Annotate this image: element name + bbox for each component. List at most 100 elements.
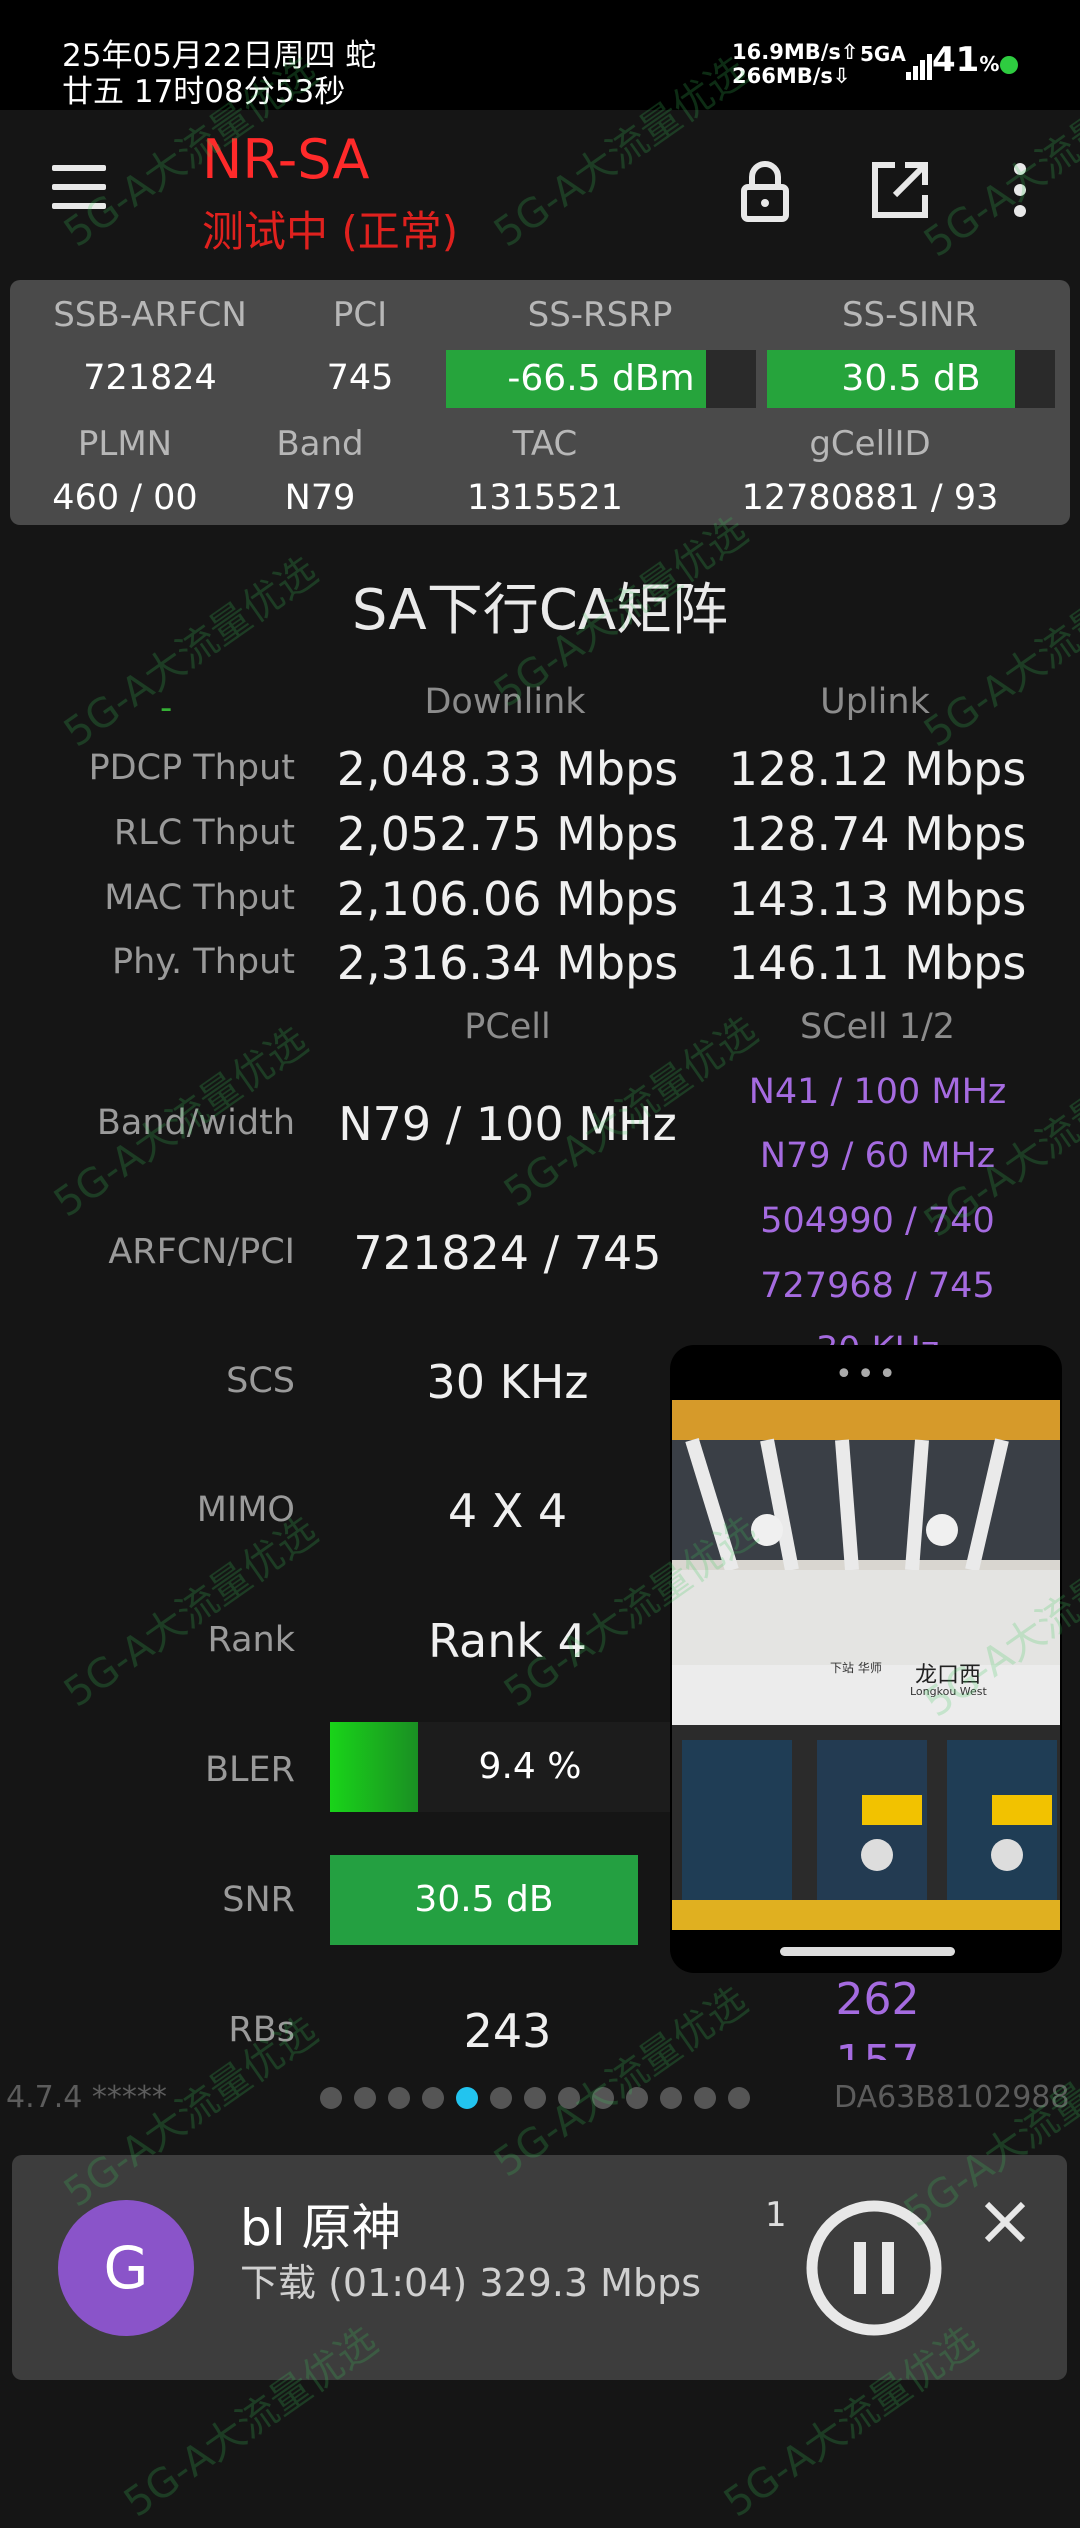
page-dot[interactable]	[626, 2087, 648, 2109]
ss-rsrp-meter: -66.5 dBm	[446, 350, 756, 408]
page-dot[interactable]	[524, 2087, 546, 2109]
device-id: DA63B8102988	[834, 2080, 1070, 2115]
page-title: NR-SA	[202, 128, 370, 191]
page-dot[interactable]	[592, 2087, 614, 2109]
pcell-arfcn-pci: 721824 / 745	[353, 1226, 662, 1280]
rlc-downlink: 2,052.75 Mbps	[336, 807, 679, 861]
tac-value: 1315521	[467, 478, 623, 518]
pcell-scs: 30 KHz	[426, 1355, 589, 1409]
drag-handle-icon[interactable]: •••	[835, 1357, 900, 1392]
network-speed: 16.9MB/s⇧ 266MB/s⇩	[732, 40, 858, 88]
arfcn-pci-label: ARFCN/PCI	[108, 1232, 295, 1272]
page-dot[interactable]	[694, 2087, 716, 2109]
pci-header: PCI	[332, 295, 388, 335]
download-title: bl 原神	[240, 2199, 402, 2257]
pcell-band-width: N79 / 100 MHz	[338, 1097, 677, 1151]
watermark-text: 5G-A大流量优选	[55, 1508, 326, 1717]
mac-uplink: 143.13 Mbps	[728, 872, 1027, 926]
rbs-label: RBs	[228, 2010, 295, 2050]
phy-uplink: 146.11 Mbps	[728, 936, 1027, 990]
test-status: 测试中 (正常)	[202, 207, 459, 256]
mac-downlink: 2,106.06 Mbps	[336, 872, 679, 926]
plmn-value: 460 / 00	[52, 478, 198, 518]
matrix-title: SA下行CA矩阵	[351, 578, 729, 643]
page-dot[interactable]	[388, 2087, 410, 2109]
page-dot[interactable]	[660, 2087, 682, 2109]
station-sign-small: 下站 华师	[830, 1661, 882, 1675]
ss-rsrp-value: -66.5 dBm	[507, 358, 695, 399]
open-external-icon[interactable]	[865, 155, 935, 225]
snr-label: SNR	[222, 1880, 295, 1920]
pdcp-label: PDCP Thput	[88, 748, 295, 788]
rank-label: Rank	[207, 1620, 295, 1660]
mac-label: MAC Thput	[104, 878, 295, 918]
floating-video-window[interactable]: ••• 龙口西 下站 华师 Longkou West	[670, 1345, 1062, 1973]
pcell-header: PCell	[464, 1007, 551, 1047]
download-count: 1	[765, 2195, 787, 2235]
close-icon[interactable]	[975, 2192, 1035, 2252]
upload-speed: 16.9MB/s⇧	[732, 40, 859, 64]
status-time: 廿五 17时08分53秒	[62, 74, 346, 110]
scs-label: SCS	[226, 1361, 295, 1401]
rlc-uplink: 128.74 Mbps	[728, 807, 1027, 861]
scell2-arfcn-pci: 727968 / 745	[760, 1266, 995, 1306]
scell2-band-width: N79 / 60 MHz	[759, 1136, 996, 1176]
band-value: N79	[284, 478, 356, 518]
page-dot[interactable]	[422, 2087, 444, 2109]
network-type: 5GA	[860, 42, 906, 66]
avatar: G	[58, 2200, 194, 2336]
pci-value: 745	[326, 358, 394, 398]
rlc-label: RLC Thput	[113, 813, 295, 853]
scell1-arfcn-pci: 504990 / 740	[760, 1201, 995, 1241]
more-options-icon[interactable]	[1000, 155, 1040, 225]
uplink-header: Uplink	[820, 682, 930, 722]
page-indicator[interactable]	[320, 2087, 762, 2113]
pcell-mimo: 4 X 4	[447, 1484, 568, 1538]
pcell-rbs: 243	[463, 2004, 552, 2058]
band-width-label: Band/width	[96, 1103, 295, 1143]
pause-icon[interactable]	[804, 2198, 944, 2338]
battery-dot-icon	[1000, 56, 1018, 74]
pdcp-uplink: 128.12 Mbps	[728, 742, 1027, 796]
tac-header: TAC	[512, 424, 578, 464]
app-version: 4.7.4 *****	[6, 2080, 167, 2115]
page-dot[interactable]	[490, 2087, 512, 2109]
plmn-header: PLMN	[77, 424, 173, 464]
page-dot[interactable]	[456, 2087, 478, 2109]
scell1-band-width: N41 / 100 MHz	[748, 1072, 1007, 1112]
gcellid-value: 12780881 / 93	[741, 478, 999, 518]
snr-meter: 30.5 dB	[330, 1855, 638, 1945]
station-sign-english: Longkou West	[910, 1685, 987, 1698]
menu-icon[interactable]	[52, 165, 106, 209]
resize-handle[interactable]	[780, 1947, 955, 1956]
pcell-rank: Rank 4	[428, 1614, 587, 1668]
ss-sinr-value: 30.5 dB	[841, 358, 981, 399]
ssb-arfcn-value: 721824	[83, 358, 217, 398]
scell1-rbs: 262	[835, 1974, 920, 2025]
battery-level: 41%	[932, 40, 1000, 80]
scell2-rbs-partial: 157	[705, 2036, 1050, 2060]
bler-label: BLER	[205, 1750, 295, 1790]
page-dot[interactable]	[558, 2087, 580, 2109]
matrix-corner-dash: -	[160, 688, 173, 728]
download-status: 下载 (01:04) 329.3 Mbps	[240, 2261, 702, 2305]
status-bar: 25年05月22日周四 蛇 廿五 17时08分53秒 16.9MB/s⇧ 266…	[0, 0, 1080, 110]
scell-header: SCell 1/2	[799, 1007, 956, 1047]
ss-sinr-meter: 30.5 dB	[767, 350, 1055, 408]
page-dot[interactable]	[320, 2087, 342, 2109]
band-header: Band	[276, 424, 364, 464]
snr-value: 30.5 dB	[414, 1879, 554, 1920]
ssb-arfcn-header: SSB-ARFCN	[53, 295, 247, 335]
download-speed: 266MB/s⇩	[732, 64, 851, 88]
gcellid-header: gCellID	[809, 424, 931, 464]
pdcp-downlink: 2,048.33 Mbps	[336, 742, 679, 796]
page-dot[interactable]	[354, 2087, 376, 2109]
lock-icon[interactable]	[730, 155, 800, 225]
phy-downlink: 2,316.34 Mbps	[336, 936, 679, 990]
page-dot[interactable]	[728, 2087, 750, 2109]
mimo-label: MIMO	[196, 1490, 295, 1530]
ss-rsrp-header: SS-RSRP	[527, 295, 673, 335]
phy-label: Phy. Thput	[112, 942, 295, 982]
downlink-header: Downlink	[424, 682, 586, 722]
ss-sinr-header: SS-SINR	[841, 295, 979, 335]
